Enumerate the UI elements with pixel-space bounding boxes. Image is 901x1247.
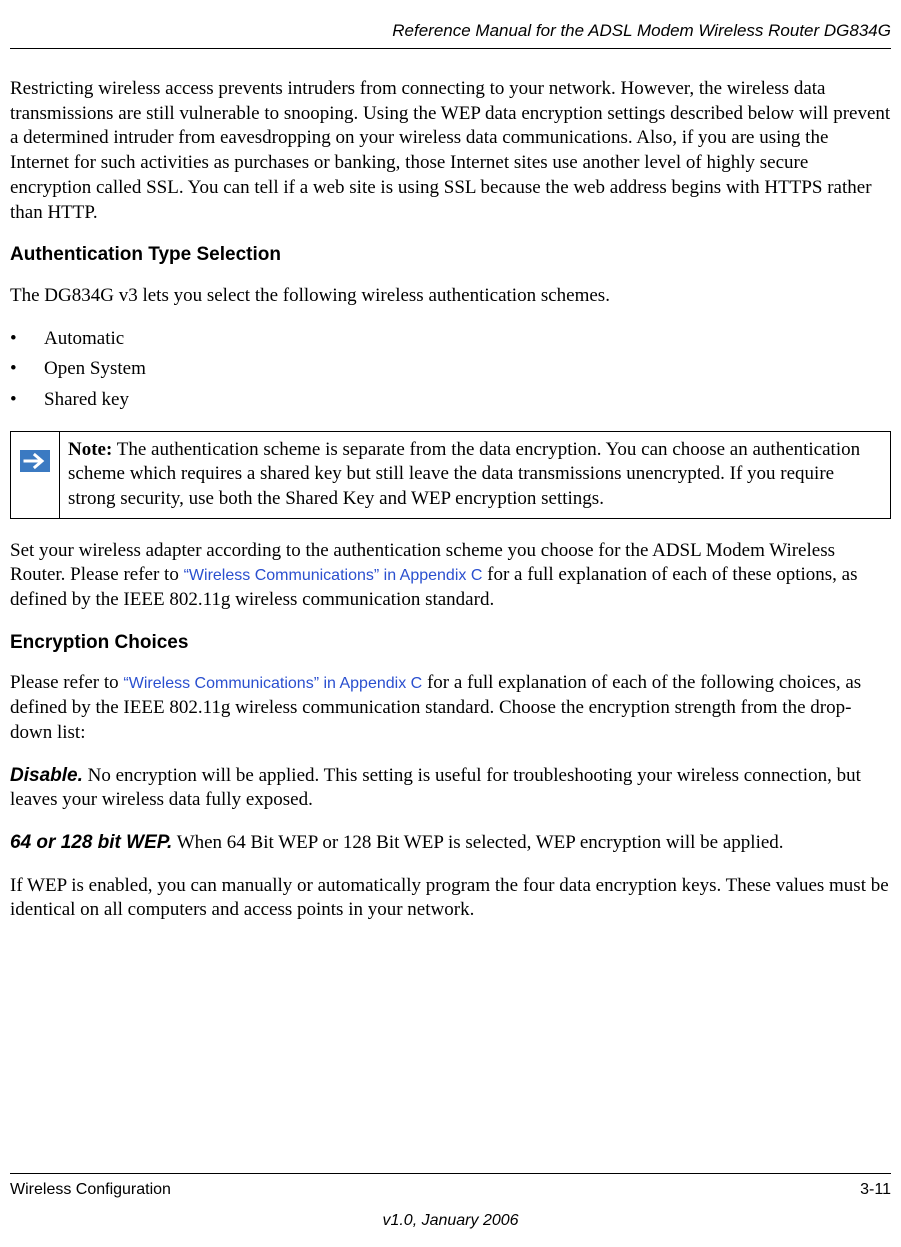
- wep-body: When 64 Bit WEP or 128 Bit WEP is select…: [172, 832, 783, 853]
- disable-paragraph: Disable. No encryption will be applied. …: [10, 764, 891, 813]
- disable-label: Disable.: [10, 765, 83, 786]
- list-item: • Automatic: [10, 327, 891, 352]
- page-footer: Wireless Configuration 3-11 v1.0, Januar…: [10, 1173, 891, 1232]
- bullet-text: Open System: [44, 357, 146, 382]
- bullet-icon: •: [10, 327, 44, 352]
- wep-label: 64 or 128 bit WEP.: [10, 832, 172, 853]
- wep-followup: If WEP is enabled, you can manually or a…: [10, 874, 891, 923]
- note-callout: Note: The authentication scheme is separ…: [10, 431, 891, 519]
- arrow-right-icon: [20, 450, 50, 472]
- list-item: • Shared key: [10, 388, 891, 413]
- list-item: • Open System: [10, 357, 891, 382]
- bullet-icon: •: [10, 357, 44, 382]
- link-appendix-c[interactable]: “Wireless Communications” in Appendix C: [184, 567, 483, 584]
- heading-auth-type: Authentication Type Selection: [10, 243, 891, 268]
- encryption-lead: Please refer to “Wireless Communications…: [10, 671, 891, 745]
- enc-lead-pre: Please refer to: [10, 672, 123, 693]
- disable-body: No encryption will be applied. This sett…: [10, 765, 861, 811]
- footer-version: v1.0, January 2006: [10, 1211, 891, 1232]
- note-body: The authentication scheme is separate fr…: [68, 439, 860, 509]
- note-text: Note: The authentication scheme is separ…: [60, 432, 890, 518]
- heading-encryption-choices: Encryption Choices: [10, 631, 891, 656]
- note-label: Note:: [68, 439, 112, 460]
- auth-lead: The DG834G v3 lets you select the follow…: [10, 284, 891, 309]
- bullet-icon: •: [10, 388, 44, 413]
- link-appendix-c-2[interactable]: “Wireless Communications” in Appendix C: [123, 675, 422, 692]
- auth-bullet-list: • Automatic • Open System • Shared key: [10, 327, 891, 413]
- footer-page-number: 3-11: [860, 1180, 891, 1201]
- bullet-text: Shared key: [44, 388, 129, 413]
- bullet-text: Automatic: [44, 327, 124, 352]
- footer-section-name: Wireless Configuration: [10, 1180, 171, 1201]
- note-icon-cell: [11, 432, 60, 518]
- intro-paragraph: Restricting wireless access prevents int…: [10, 77, 891, 225]
- post-note-paragraph: Set your wireless adapter according to t…: [10, 539, 891, 613]
- wep-paragraph: 64 or 128 bit WEP. When 64 Bit WEP or 12…: [10, 831, 891, 856]
- page-header: Reference Manual for the ADSL Modem Wire…: [10, 20, 891, 49]
- page-content: Restricting wireless access prevents int…: [10, 77, 891, 1173]
